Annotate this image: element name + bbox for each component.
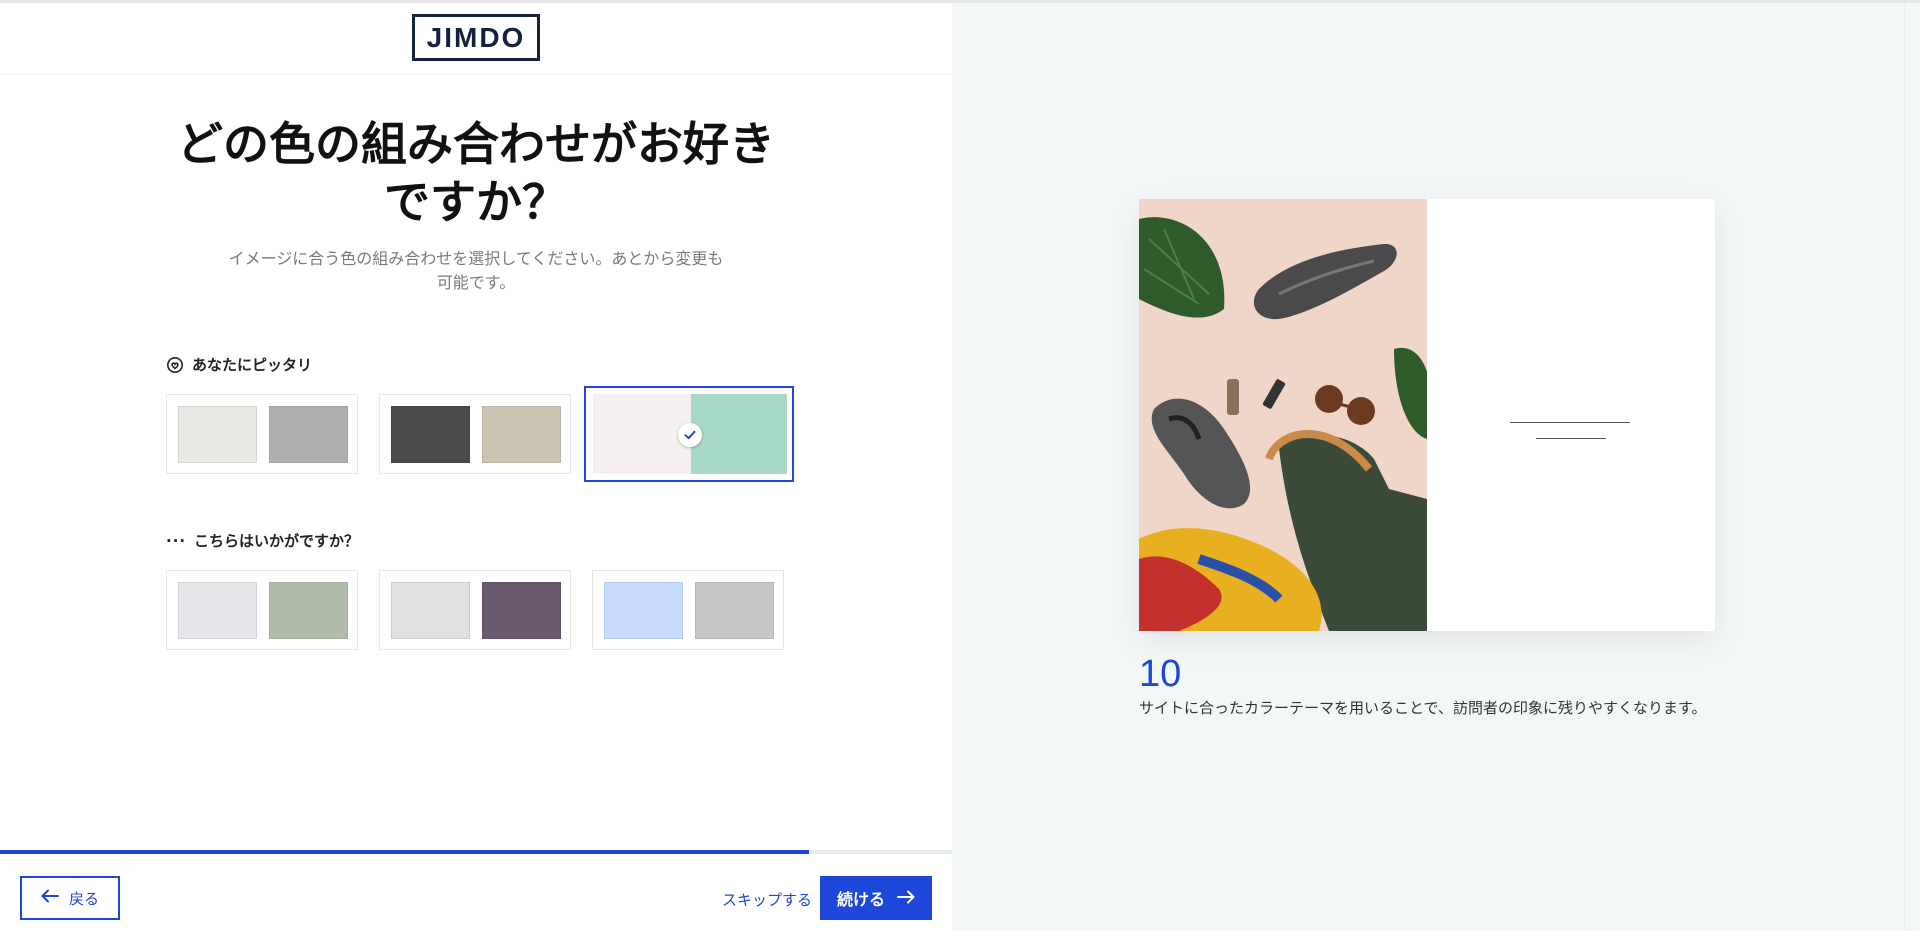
checkmark-icon <box>678 423 702 447</box>
header: JIMDO <box>0 3 952 75</box>
palette-color-1 <box>178 582 257 639</box>
palette-color-2 <box>269 582 348 639</box>
best-fit-section-label: あなたにピッタリ <box>166 354 312 375</box>
palette-option-2[interactable] <box>379 394 571 474</box>
alternatives-section-label: ··· こちらはいかがですか？ <box>166 530 359 551</box>
back-button[interactable]: 戻る <box>20 876 120 920</box>
alternatives-label: こちらはいかがですか？ <box>194 532 360 550</box>
continue-button[interactable]: 続ける <box>820 876 932 920</box>
theme-preview-card <box>1139 199 1715 631</box>
placeholder-line <box>1510 422 1630 423</box>
page-subtitle: イメージに合う色の組み合わせを選択してください。あとから変更も可能です。 <box>228 249 724 292</box>
scrollbar[interactable] <box>1904 3 1920 931</box>
palette-color-2 <box>482 406 561 463</box>
onboarding-panel: JIMDO どの色の組み合わせがお好きですか？ イメージに合う色の組み合わせを選… <box>0 3 952 931</box>
arrow-right-icon <box>897 889 915 908</box>
palette-color-2 <box>269 406 348 463</box>
palette-color-1 <box>391 406 470 463</box>
arrow-left-icon <box>41 889 59 907</box>
tip-text: サイトに合ったカラーテーマを用いることで、訪問者の印象に残りやすくなります。 <box>1139 699 1707 717</box>
palette-color-1 <box>178 406 257 463</box>
tip-number: 10 <box>1139 653 1182 695</box>
progress-bar <box>0 850 952 854</box>
continue-button-label: 続ける <box>836 890 885 909</box>
palette-option-3-selected[interactable] <box>584 386 794 482</box>
best-fit-label: あなたにピッタリ <box>192 356 313 374</box>
palette-color-2 <box>695 582 774 639</box>
placeholder-line <box>1536 438 1606 439</box>
palette-color-2 <box>482 582 561 639</box>
palette-color-1 <box>604 582 683 639</box>
preview-photo <box>1139 199 1427 631</box>
jimdo-logo[interactable]: JIMDO <box>412 14 540 61</box>
palette-color-2 <box>691 394 787 474</box>
ellipsis-icon: ··· <box>166 531 187 550</box>
palette-option-5[interactable] <box>379 570 571 650</box>
palette-option-1[interactable] <box>166 394 358 474</box>
progress-fill <box>0 850 810 854</box>
page-title: どの色の組み合わせがお好きですか？ <box>177 117 775 229</box>
palette-option-4[interactable] <box>166 570 358 650</box>
palette-option-6[interactable] <box>592 570 784 650</box>
fashion-flatlay-image <box>1139 199 1427 631</box>
skip-link[interactable]: スキップする <box>722 889 812 910</box>
preview-panel: 10 サイトに合ったカラーテーマを用いることで、訪問者の印象に残りやすくなります… <box>952 3 1904 931</box>
palette-color-1 <box>593 394 691 474</box>
palette-color-1 <box>391 582 470 639</box>
back-button-label: 戻る <box>68 889 99 908</box>
heart-face-icon <box>166 356 184 374</box>
